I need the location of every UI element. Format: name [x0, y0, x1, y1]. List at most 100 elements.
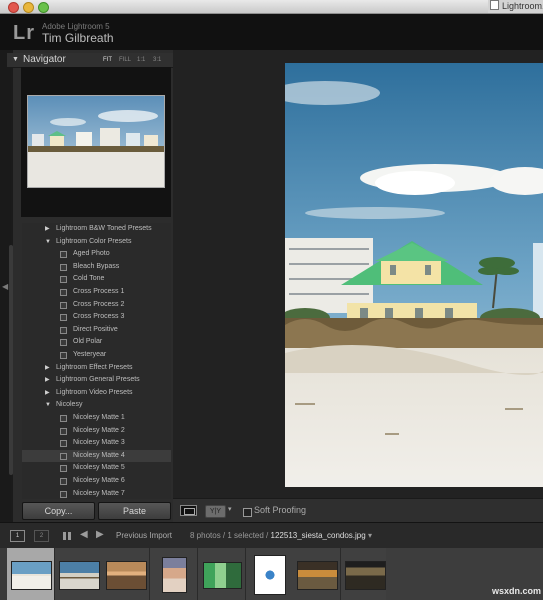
- secondary-monitor-button[interactable]: 2: [34, 530, 49, 542]
- user-name: Tim Gilbreath: [42, 31, 114, 45]
- filename-dropdown-icon[interactable]: ▾: [368, 531, 372, 540]
- zoom-window-button[interactable]: [38, 2, 49, 13]
- preset-label: Nicolesy: [56, 401, 83, 409]
- preset-item[interactable]: Nicolesy Matte 4: [22, 449, 171, 462]
- zoom-3-1[interactable]: 3:1: [153, 53, 161, 67]
- preset-folder[interactable]: ▼ Lightroom Color Presets: [22, 236, 171, 248]
- soft-proofing-checkbox[interactable]: [243, 508, 252, 517]
- filmstrip-filename: 122513_siesta_condos.jpg: [270, 531, 366, 540]
- filmstrip-cell[interactable]: [293, 548, 342, 600]
- preset-label: Cross Process 1: [73, 288, 125, 295]
- collapsed-triangle-icon[interactable]: ▶: [45, 362, 50, 374]
- preset-item[interactable]: Nicolesy Matte 3: [22, 437, 171, 449]
- previous-arrow-icon[interactable]: ◀: [80, 529, 88, 540]
- preset-item[interactable]: Cross Process 1: [22, 286, 171, 298]
- preset-folder[interactable]: ▼ Nicolesy: [22, 399, 171, 411]
- preset-label: Nicolesy Matte 3: [73, 439, 125, 447]
- collapse-left-panel-icon[interactable]: ◀: [2, 282, 8, 291]
- preset-label: Nicolesy Matte 7: [73, 489, 125, 497]
- zoom-fill[interactable]: FILL: [119, 53, 131, 67]
- preset-label: Lightroom Effect Presets: [56, 363, 133, 371]
- preset-label: Nicolesy Matte 6: [73, 477, 125, 484]
- preset-label: Cold Tone: [73, 275, 105, 283]
- navigator-title: Navigator: [23, 54, 66, 65]
- preset-item[interactable]: Nicolesy Matte 7: [22, 488, 171, 499]
- preset-item[interactable]: Cold Tone: [22, 273, 171, 285]
- preset-label: Nicolesy Matte 5: [73, 464, 125, 472]
- preset-label: Nicolesy Matte 4: [73, 451, 125, 459]
- loupe-view-button[interactable]: [180, 505, 197, 516]
- filmstrip-cell[interactable]: [197, 548, 246, 600]
- filmstrip-count-text: 8 photos / 1 selected /: [190, 531, 269, 540]
- grid-view-icon[interactable]: [63, 532, 71, 540]
- filmstrip-cell[interactable]: [54, 548, 103, 600]
- before-after-dropdown-icon[interactable]: ▾: [228, 505, 232, 513]
- preset-label: Yesteryear: [73, 351, 107, 358]
- filmstrip-thumbnail: [58, 560, 100, 590]
- copy-button[interactable]: Copy...: [22, 502, 95, 520]
- expanded-triangle-icon[interactable]: ▼: [45, 236, 51, 248]
- preset-item[interactable]: Bleach Bypass: [22, 261, 171, 273]
- filmstrip-cell[interactable]: [340, 548, 389, 600]
- preset-item[interactable]: Nicolesy Matte 5: [22, 462, 171, 474]
- filmstrip-count[interactable]: 8 photos / 1 selected / 122513_siesta_co…: [190, 531, 372, 540]
- preset-label: Old Polar: [73, 338, 103, 346]
- preset-folder[interactable]: ▶ Lightroom Video Presets: [22, 387, 171, 399]
- filmstrip-cell[interactable]: [7, 548, 55, 600]
- preset-folder[interactable]: ▶ Lightroom General Presets: [22, 374, 171, 386]
- main-photo[interactable]: [285, 63, 543, 487]
- preset-item[interactable]: Nicolesy Matte 2: [22, 425, 171, 437]
- presets-panel: ▶ Lightroom B&W Toned Presets ▼ Lightroom C…: [22, 223, 171, 499]
- filmstrip-thumbnail: [254, 555, 286, 595]
- filmstrip-cell[interactable]: [245, 548, 294, 600]
- preset-icon: [60, 427, 67, 435]
- navigator-preview-image[interactable]: [27, 95, 165, 188]
- paste-button[interactable]: Paste: [98, 502, 171, 520]
- navigator-header[interactable]: ▼ Navigator FIT FILL 1:1 3:1: [7, 53, 173, 68]
- preset-item[interactable]: Cross Process 3: [22, 311, 171, 323]
- preset-item[interactable]: Direct Positive: [22, 324, 171, 336]
- zoom-1-1[interactable]: 1:1: [137, 53, 145, 67]
- primary-monitor-button[interactable]: 1: [10, 530, 25, 542]
- preset-item[interactable]: Old Polar: [22, 336, 171, 348]
- window-titlebar: Lightroom.lr: [0, 0, 543, 14]
- filmstrip-cell[interactable]: [102, 548, 151, 600]
- filmstrip-thumbnail: [202, 561, 242, 589]
- preset-folder[interactable]: ▶ Lightroom B&W Toned Presets: [22, 223, 171, 235]
- preset-icon: [60, 440, 67, 448]
- preset-folder[interactable]: ▶ Lightroom Effect Presets: [22, 362, 171, 374]
- expanded-triangle-icon[interactable]: ▼: [45, 399, 51, 411]
- preset-item[interactable]: Cross Process 2: [22, 299, 171, 311]
- before-after-button[interactable]: Y|Y: [205, 505, 226, 518]
- filmstrip-thumbnail: [162, 557, 188, 593]
- beach-condos-thumbnail: [28, 96, 164, 187]
- product-name: Adobe Lightroom 5: [42, 22, 110, 31]
- preset-icon: [60, 339, 67, 347]
- left-panel-edge[interactable]: ◀: [0, 50, 13, 520]
- preset-label: Nicolesy Matte 1: [73, 414, 125, 421]
- collapsed-triangle-icon[interactable]: ▶: [45, 387, 50, 399]
- collapsed-triangle-icon[interactable]: ▶: [45, 223, 50, 235]
- collapse-triangle-icon[interactable]: ▼: [12, 53, 19, 67]
- loupe-icon: [184, 508, 195, 515]
- preset-item[interactable]: Aged Photo: [22, 248, 171, 260]
- preset-icon: [60, 301, 67, 309]
- zoom-fit[interactable]: FIT: [103, 53, 112, 67]
- filmstrip-thumbnail: [344, 560, 386, 590]
- preset-icon: [60, 465, 67, 473]
- beach-condos-photo: [285, 63, 543, 487]
- preset-item[interactable]: Yesteryear: [22, 349, 171, 361]
- preset-label: Direct Positive: [73, 325, 118, 333]
- close-window-button[interactable]: [8, 2, 19, 13]
- collapsed-triangle-icon[interactable]: ▶: [45, 374, 50, 386]
- watermark: wsxdn.com: [492, 586, 542, 596]
- next-arrow-icon[interactable]: ▶: [96, 529, 104, 540]
- preset-label: Lightroom B&W Toned Presets: [56, 225, 152, 232]
- preset-icon: [60, 478, 67, 485]
- preset-item[interactable]: Nicolesy Matte 1: [22, 412, 171, 424]
- filmstrip-source[interactable]: Previous Import: [116, 531, 172, 540]
- preset-icon: [60, 314, 67, 322]
- minimize-window-button[interactable]: [23, 2, 34, 13]
- filmstrip-cell[interactable]: [150, 548, 199, 600]
- preset-item[interactable]: Nicolesy Matte 6: [22, 475, 171, 487]
